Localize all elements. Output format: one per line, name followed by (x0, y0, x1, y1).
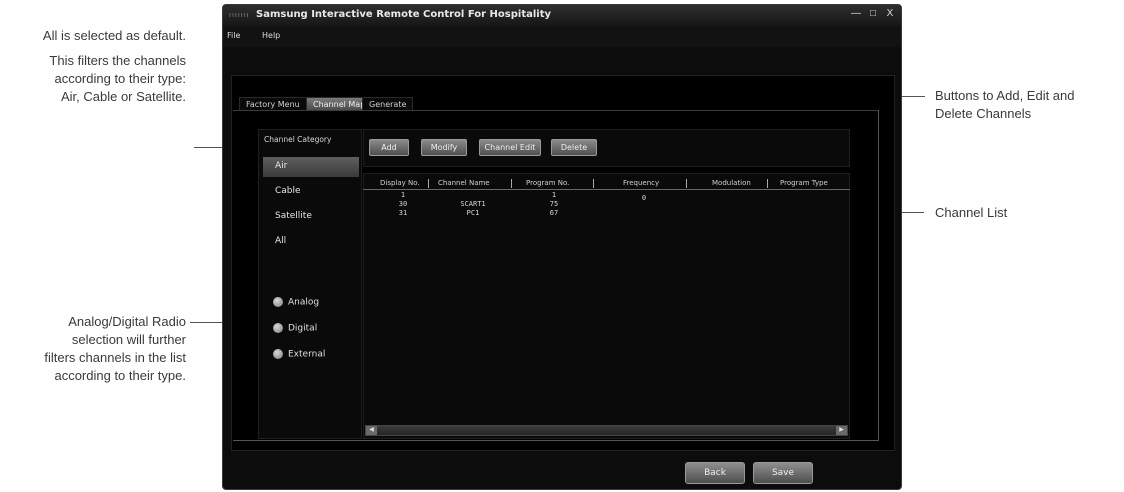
radio-button-icon[interactable] (273, 349, 283, 359)
annotation-text: Air, Cable or Satellite. (60, 89, 186, 104)
annotation-radio-description: Analog/Digital Radio selection will furt… (0, 313, 186, 385)
cell-channel-name: SCART1 (460, 200, 486, 208)
category-satellite[interactable]: Satellite (263, 207, 359, 227)
annotation-text: Buttons to Add, Edit and (935, 88, 1075, 103)
cell-frequency: 0 (641, 194, 647, 202)
category-all[interactable]: All (263, 232, 359, 252)
add-button[interactable]: Add (369, 139, 409, 156)
horizontal-scrollbar[interactable]: ◀ ▶ (365, 425, 848, 436)
annotation-text: All is selected as default. (42, 28, 186, 43)
annotation-text: Delete Channels (935, 106, 1032, 121)
column-separator (511, 179, 512, 188)
cell-program-no: 67 (549, 209, 559, 217)
radio-external-label: External (288, 349, 326, 360)
cell-channel-name: PC1 (466, 209, 480, 217)
cell-display-no: 30 (398, 200, 408, 208)
column-header-channel-name[interactable]: Channel Name (438, 179, 490, 187)
app-logo: ııııııı (229, 11, 250, 19)
category-cable[interactable]: Cable (263, 182, 359, 202)
channel-category-panel: Channel Category Air Cable Satellite All… (258, 129, 362, 439)
radio-analog[interactable]: Analog (273, 297, 319, 308)
tab-factory-menu[interactable]: Factory Menu (239, 97, 307, 111)
cell-program-no: 75 (549, 200, 559, 208)
annotation-text: according to their type. (54, 368, 186, 383)
annotation-text: This filters the channels (49, 53, 186, 68)
scroll-right-icon[interactable]: ▶ (836, 426, 847, 435)
annotation-text: Channel List (935, 205, 1008, 220)
annotation-text: Analog/Digital Radio (68, 314, 186, 329)
menu-help[interactable]: Help (262, 31, 280, 40)
channel-edit-button[interactable]: Channel Edit (479, 139, 541, 156)
column-separator (767, 179, 768, 188)
radio-button-icon[interactable] (273, 297, 283, 307)
table-header-line (363, 189, 850, 190)
annotation-text: filters channels in the list (44, 350, 186, 365)
column-header-program-type[interactable]: Program Type (780, 179, 828, 187)
modify-button[interactable]: Modify (421, 139, 467, 156)
window-title: Samsung Interactive Remote Control For H… (256, 9, 552, 20)
minimize-icon[interactable]: — (849, 8, 863, 20)
annotation-text: selection will further (71, 332, 186, 347)
annotation-channel-list: Channel List (935, 204, 1121, 222)
annotation-default-all: All is selected as default. (0, 27, 186, 45)
delete-button[interactable]: Delete (551, 139, 597, 156)
app-window: ııııııı Samsung Interactive Remote Contr… (222, 4, 902, 490)
maximize-icon[interactable]: □ (866, 8, 880, 20)
column-separator (686, 179, 687, 188)
radio-button-icon[interactable] (273, 323, 283, 333)
scroll-left-icon[interactable]: ◀ (366, 426, 377, 435)
menu-file[interactable]: File (227, 31, 240, 40)
column-header-display-no[interactable]: Display No. (380, 179, 420, 187)
column-header-program-no[interactable]: Program No. (526, 179, 569, 187)
column-header-frequency[interactable]: Frequency (623, 179, 659, 187)
radio-digital-label: Digital (288, 323, 318, 334)
radio-analog-label: Analog (288, 297, 320, 308)
title-bar: ııııııı Samsung Interactive Remote Contr… (223, 5, 901, 27)
save-button[interactable]: Save (753, 462, 813, 484)
radio-external[interactable]: External (273, 349, 325, 360)
channel-category-title: Channel Category (264, 135, 332, 144)
column-separator (428, 179, 429, 188)
cell-display-no: 1 (400, 191, 406, 199)
radio-digital[interactable]: Digital (273, 323, 317, 334)
annotation-buttons-description: Buttons to Add, Edit and Delete Channels (935, 87, 1121, 123)
tab-generate[interactable]: Generate (362, 97, 414, 111)
menu-bar: File Help (223, 27, 901, 47)
close-icon[interactable]: X (883, 8, 897, 20)
annotation-text: according to their type: (54, 71, 186, 86)
category-air[interactable]: Air (263, 157, 359, 177)
cell-program-no: 1 (551, 191, 557, 199)
column-separator (593, 179, 594, 188)
back-button[interactable]: Back (685, 462, 745, 484)
column-header-modulation[interactable]: Modulation (712, 179, 751, 187)
annotation-filter-description: This filters the channels according to t… (0, 52, 186, 106)
cell-display-no: 31 (398, 209, 408, 217)
